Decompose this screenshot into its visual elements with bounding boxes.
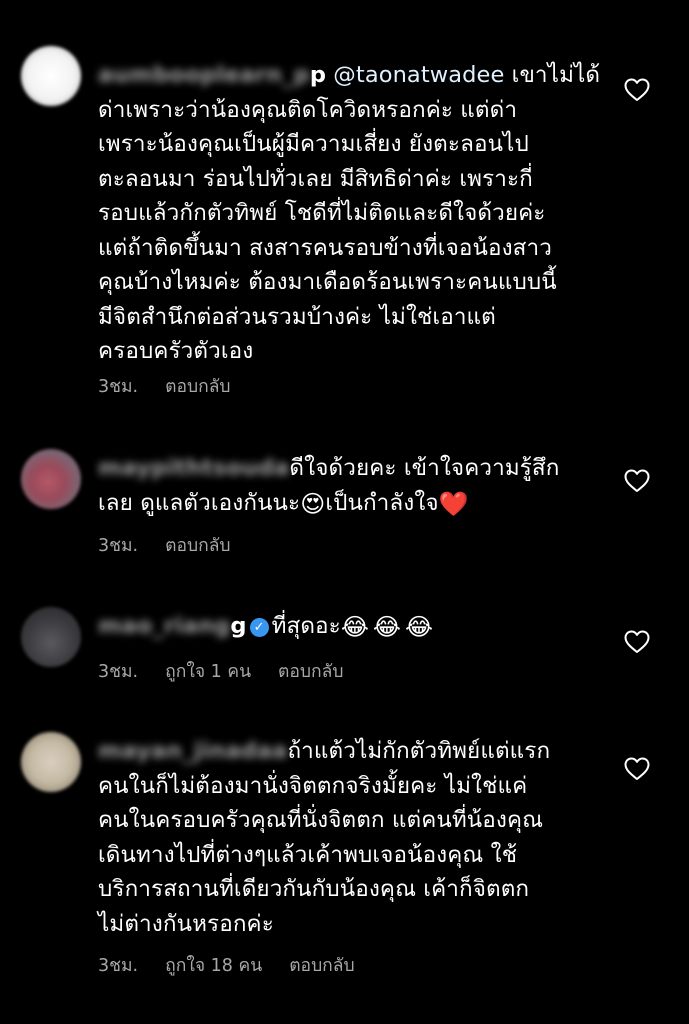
reply-button[interactable]: ตอบกลับ: [165, 377, 230, 397]
comment-text: aumbooplearn_pp @taonatwadee เขาไม่ได้ ด…: [98, 58, 618, 369]
username[interactable]: mao_riang: [98, 609, 230, 644]
comment-line: เดินทางไปที่ต่างๆแล้วเค้าพบเจอน้องคุณ ใช…: [98, 841, 518, 868]
comment-meta: 3ชม. ตอบกลับ: [98, 531, 258, 559]
heart-eyes-emoji: 😍: [300, 489, 326, 518]
comment-text: maypithtsoudaดีใจด้วยคะ เข้าใจความรู้สึก…: [98, 451, 618, 520]
comment-line: แต่ถ้าติดขึ้นมา สงสารคนรอบข้างที่เจอน้อง…: [98, 234, 552, 261]
comment-text: mayan_jinadaaถ้าแต้วไม่กักตัวทิพย์แต่แรก…: [98, 734, 618, 941]
avatar[interactable]: [21, 46, 81, 106]
username[interactable]: maypithtsouda: [98, 451, 289, 486]
comment-line: ไม่ต่างกันหรอกค่ะ: [98, 910, 274, 937]
username-tail[interactable]: p: [310, 62, 326, 88]
reply-button[interactable]: ตอบกลับ: [165, 536, 230, 556]
heart-outline-icon[interactable]: [624, 757, 650, 781]
timestamp: 3ชม.: [98, 956, 139, 976]
comment-line: มีจิตสำนึกต่อส่วนรวมบ้างค่ะ ไม่ใช่เอาแต่: [98, 303, 496, 330]
comment-line: เป็นกำลังใจ: [325, 489, 439, 516]
heart-outline-icon[interactable]: [624, 469, 650, 493]
comment-text: mao_riangg ✓ ที่สุดอะ😂😂😂: [98, 609, 618, 644]
comment-line: ตะลอนมา ร่อนไปทั่วเลย มีสิทธิด่าค่ะ เพรา…: [98, 165, 533, 192]
username[interactable]: mayan_jinadaa: [98, 734, 287, 769]
comment-meta: 3ชม. ถูกใจ 1 คน ตอบกลับ: [98, 657, 370, 685]
username[interactable]: aumbooplearn_p: [98, 58, 310, 93]
comment-line: รอบแล้วกักตัวทิพย์ โชดีที่ไม่ติดและดีใจด…: [98, 200, 546, 226]
comment-line: เขาไม่ได้: [504, 62, 601, 88]
timestamp: 3ชม.: [98, 536, 139, 556]
heart-outline-icon[interactable]: [624, 630, 650, 654]
comment-line: ครอบครัวตัวเอง: [98, 338, 254, 364]
comment-line: เพราะน้องคุณเป็นผู้มีความเสี่ยง ยังตะลอน…: [98, 131, 529, 157]
likes-count[interactable]: ถูกใจ 1 คน: [165, 662, 251, 682]
avatar[interactable]: [21, 449, 81, 509]
mention-link[interactable]: @taonatwadee: [333, 62, 504, 88]
comment-line: บริการสถานที่เดียวกันกับน้องคุณ เค้าก็จิ…: [98, 876, 530, 902]
tears-of-joy-emoji: 😂😂😂: [340, 613, 437, 641]
comment-line: ถ้าแต้วไม่กักตัวทิพย์แต่แรก: [287, 738, 551, 764]
likes-count[interactable]: ถูกใจ 18 คน: [165, 956, 262, 976]
comment-meta: 3ชม. ถูกใจ 18 คน ตอบกลับ: [98, 951, 382, 979]
comment-line: เลย ดูแลตัวเองกันนะ: [98, 489, 301, 516]
comment-line: คนในก็ไม่ต้องมานั่งจิตตกจริงมั้ยคะ ไม่ใช…: [98, 772, 528, 799]
comment-line: คนในครอบครัวคุณที่นั่งจิตตก แต่คนที่น้อง…: [98, 807, 544, 833]
red-heart-emoji: ❤️: [438, 489, 469, 518]
reply-button[interactable]: ตอบกลับ: [278, 662, 343, 682]
comment-line: ที่สุดอะ: [271, 613, 341, 639]
comment-line: คุณบ้างไหมค่ะ ต้องมาเดือดร้อนเพราะคนแบบน…: [98, 269, 557, 295]
username-tail[interactable]: g: [230, 613, 246, 639]
comment-line: ดีใจด้วยคะ เข้าใจความรู้สึก: [289, 455, 560, 481]
heart-outline-icon[interactable]: [624, 78, 650, 102]
comment-line: ด่าเพราะว่าน้องคุณติดโควิดหรอกค่ะ แต่ด่า: [98, 96, 518, 123]
verified-badge-icon: ✓: [249, 618, 269, 637]
timestamp: 3ชม.: [98, 377, 139, 397]
avatar[interactable]: [21, 732, 81, 792]
avatar[interactable]: [21, 607, 81, 667]
timestamp: 3ชม.: [98, 662, 139, 682]
comment-meta: 3ชม. ตอบกลับ: [98, 372, 258, 400]
reply-button[interactable]: ตอบกลับ: [289, 956, 354, 976]
